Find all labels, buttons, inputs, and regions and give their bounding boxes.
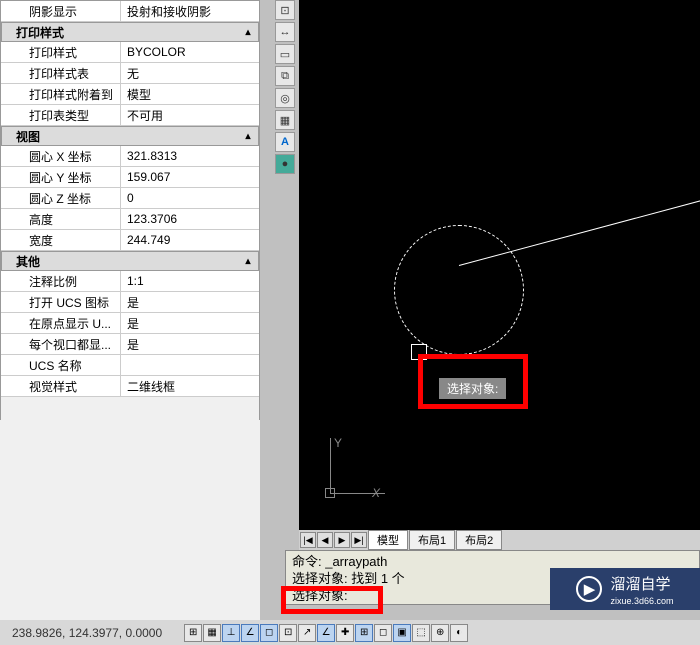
prop-label: 阴影显示 (1, 1, 121, 21)
prop-label: 注释比例 (1, 271, 121, 291)
prop-label: 圆心 X 坐标 (1, 146, 121, 166)
tool-icon[interactable]: ⊡ (275, 0, 295, 20)
tool-icon[interactable]: ⧉ (275, 66, 295, 86)
play-icon: ▶ (576, 576, 602, 602)
ucs-x-label: X (372, 486, 380, 500)
status-toggle[interactable]: ◐ (450, 624, 468, 642)
prop-value[interactable]: 123.3706 (121, 212, 259, 226)
prop-label: 圆心 Z 坐标 (1, 188, 121, 208)
watermark: ▶ 溜溜自学 zixue.3d66.com (550, 568, 700, 610)
prop-value[interactable]: 无 (121, 65, 259, 82)
status-toggle[interactable]: ∠ (241, 624, 259, 642)
prop-value[interactable]: 投射和接收阴影 (121, 3, 259, 20)
tab-nav-first[interactable]: |◀ (300, 532, 316, 548)
status-toggle[interactable]: ▣ (393, 624, 411, 642)
status-toggle[interactable]: ▦ (203, 624, 221, 642)
coordinates-readout[interactable]: 238.9826, 124.3977, 0.0000 (0, 626, 174, 640)
prop-label: 圆心 Y 坐标 (1, 167, 121, 187)
status-toggle[interactable]: ⊡ (279, 624, 297, 642)
tab-layout2[interactable]: 布局2 (456, 530, 502, 550)
status-toggle[interactable]: ⊞ (355, 624, 373, 642)
prop-value[interactable]: 159.067 (121, 170, 259, 184)
prop-value[interactable]: 不可用 (121, 107, 259, 124)
collapse-icon[interactable]: ▴ (238, 27, 258, 38)
tool-icon[interactable]: A (275, 132, 295, 152)
prop-label: 打开 UCS 图标 (1, 292, 121, 312)
prop-label: 在原点显示 U... (1, 313, 121, 333)
prop-label: UCS 名称 (1, 355, 121, 375)
prop-value[interactable]: 模型 (121, 86, 259, 103)
annotation-highlight (418, 354, 528, 409)
prop-label: 打印样式 (1, 42, 121, 62)
panel-filler (0, 420, 260, 620)
section-misc[interactable]: 其他 ▴ (1, 251, 259, 271)
status-toggle[interactable]: ⊥ (222, 624, 240, 642)
tab-nav-prev[interactable]: ◀ (317, 532, 333, 548)
drawing-viewport[interactable]: 选择对象: Y X (299, 0, 700, 530)
section-title: 视图 (16, 128, 40, 145)
section-view[interactable]: 视图 ▴ (1, 126, 259, 146)
prop-value[interactable]: 1:1 (121, 274, 259, 288)
prop-label: 高度 (1, 209, 121, 229)
status-bar: 238.9826, 124.3977, 0.0000 ⊞ ▦ ⊥ ∠ ◻ ⊡ ↗… (0, 620, 700, 645)
collapse-icon[interactable]: ▴ (238, 256, 258, 267)
status-toggle[interactable]: ∠ (317, 624, 335, 642)
section-title: 其他 (16, 253, 40, 270)
tab-nav-last[interactable]: ▶| (351, 532, 367, 548)
tab-model[interactable]: 模型 (368, 530, 408, 550)
status-toggle[interactable]: ◻ (260, 624, 278, 642)
tab-layout1[interactable]: 布局1 (409, 530, 455, 550)
status-toggle[interactable]: ↗ (298, 624, 316, 642)
tool-icon[interactable]: ▦ (275, 110, 295, 130)
prop-value[interactable]: 是 (121, 336, 259, 353)
prop-value[interactable]: 是 (121, 294, 259, 311)
nav-toolbar: ⊡ ↔ ▭ ⧉ ◎ ▦ A ● (275, 0, 297, 174)
prop-value[interactable]: 二维线框 (121, 378, 259, 395)
collapse-icon[interactable]: ▴ (238, 131, 258, 142)
prop-value[interactable]: 244.749 (121, 233, 259, 247)
status-toggle[interactable]: ✚ (336, 624, 354, 642)
prop-value[interactable]: BYCOLOR (121, 45, 259, 59)
prop-value[interactable]: 321.8313 (121, 149, 259, 163)
status-toggle[interactable]: ⊞ (184, 624, 202, 642)
tool-icon[interactable]: ▭ (275, 44, 295, 64)
selected-circle[interactable] (394, 225, 524, 355)
prop-label: 视觉样式 (1, 376, 121, 396)
prop-row[interactable]: 阴影显示 投射和接收阴影 (1, 1, 259, 22)
annotation-highlight (281, 586, 383, 614)
status-toggle[interactable]: ⊕ (431, 624, 449, 642)
status-toggles: ⊞ ▦ ⊥ ∠ ◻ ⊡ ↗ ∠ ✚ ⊞ ◻ ▣ ⬚ ⊕ ◐ (184, 624, 472, 642)
prop-label: 打印样式附着到 (1, 84, 121, 104)
prop-label: 宽度 (1, 230, 121, 250)
ucs-y-label: Y (334, 436, 342, 450)
section-print-style[interactable]: 打印样式 ▴ (1, 22, 259, 42)
status-toggle[interactable]: ⬚ (412, 624, 430, 642)
prop-label: 打印样式表 (1, 63, 121, 83)
watermark-sub: zixue.3d66.com (610, 596, 673, 606)
tool-icon[interactable]: ◎ (275, 88, 295, 108)
tab-nav-next[interactable]: ▶ (334, 532, 350, 548)
prop-label: 打印表类型 (1, 105, 121, 125)
tool-icon[interactable]: ● (275, 154, 295, 174)
layout-tabs: |◀ ◀ ▶ ▶| 模型 布局1 布局2 (299, 530, 700, 550)
prop-value[interactable]: 是 (121, 315, 259, 332)
watermark-text: 溜溜自学 (610, 573, 673, 594)
prop-label: 每个视口都显... (1, 334, 121, 354)
tool-icon[interactable]: ↔ (275, 22, 295, 42)
section-title: 打印样式 (16, 24, 64, 41)
prop-value[interactable]: 0 (121, 191, 259, 205)
status-toggle[interactable]: ◻ (374, 624, 392, 642)
